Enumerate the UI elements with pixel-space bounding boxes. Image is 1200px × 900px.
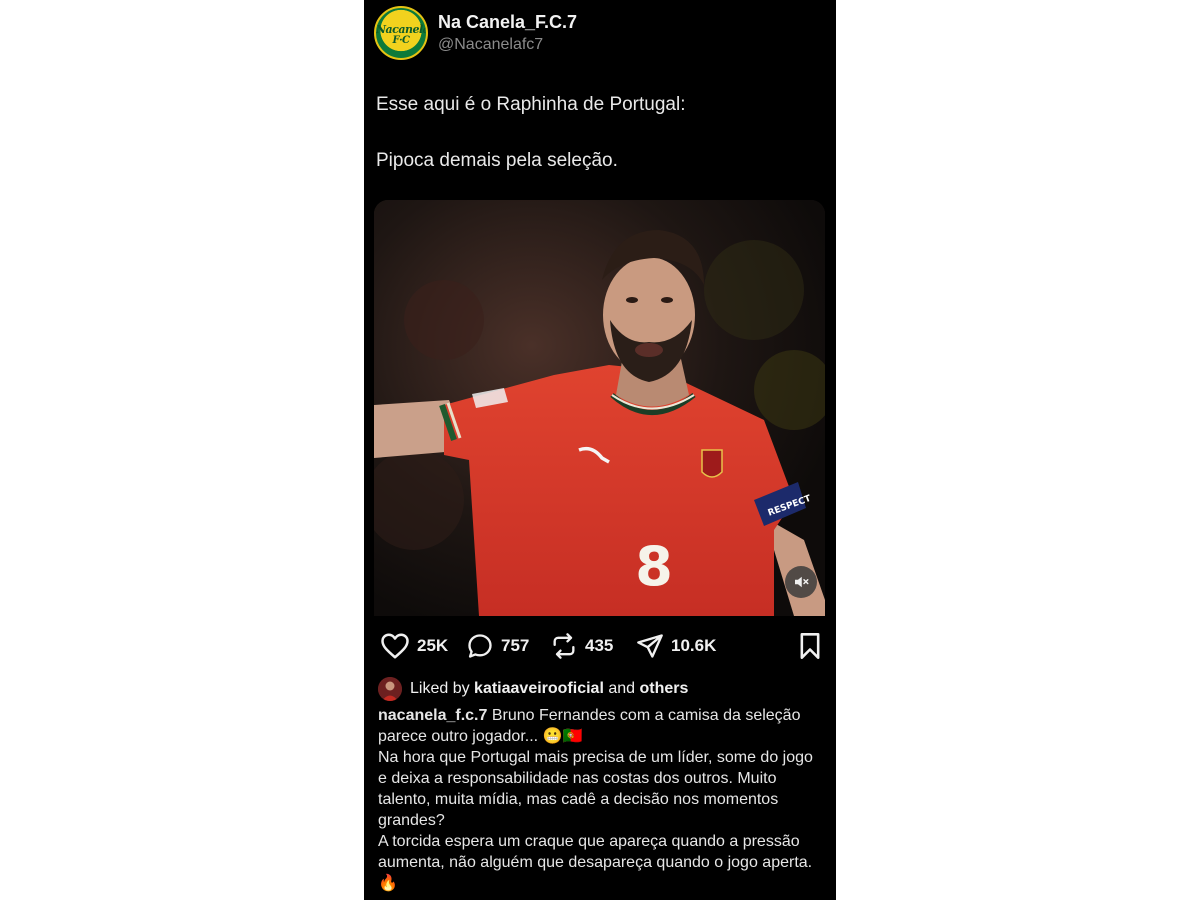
action-bar: 25K 757 435 10.6K — [376, 628, 824, 664]
comment-count: 757 — [501, 636, 530, 655]
display-name[interactable]: Na Canela_F.C.7 — [438, 12, 577, 33]
jersey-number: 8 — [635, 535, 673, 598]
speaker-muted-icon — [795, 576, 809, 588]
liked-by-avatar — [378, 677, 402, 701]
comment-icon — [468, 634, 492, 658]
avatar-logo-text-2: F·C — [392, 35, 410, 46]
caption-paragraph-2: Na hora que Portugal mais precisa de um … — [378, 749, 813, 829]
like-count: 25K — [417, 636, 449, 655]
avatar-logo-text: Nacanela — [376, 23, 428, 36]
post-card: Nacanela F·C Na Canela_F.C.7 @Nacanelafc… — [364, 0, 836, 900]
profile-avatar[interactable]: Nacanela F·C — [374, 6, 428, 60]
post-text-line-1: Esse aqui é o Raphinha de Portugal: — [376, 94, 686, 115]
send-icon — [637, 634, 663, 658]
bookmark-button[interactable] — [798, 632, 822, 665]
caption-paragraph-3: A torcida espera um craque que apareça q… — [378, 833, 813, 892]
portugal-crest — [701, 449, 723, 478]
post-text-line-2: Pipoca demais pela seleção. — [376, 150, 618, 171]
repost-button[interactable]: 435 — [550, 628, 613, 664]
share-count: 10.6K — [671, 636, 717, 655]
liked-by-prefix: Liked by — [410, 680, 470, 697]
repost-count: 435 — [585, 636, 614, 655]
liked-by-others[interactable]: others — [640, 680, 689, 698]
mute-button[interactable] — [785, 566, 817, 598]
liked-by-user[interactable]: katiaaveirooficial — [474, 680, 604, 698]
post-text: Esse aqui é o Raphinha de Portugal: Pipo… — [376, 92, 816, 174]
user-handle[interactable]: @Nacanelafc7 — [438, 36, 543, 54]
post-video[interactable]: RESPECT 8 — [374, 200, 825, 616]
comment-button[interactable]: 757 — [466, 628, 529, 664]
like-button[interactable]: 25K — [380, 628, 448, 664]
liked-by-row[interactable]: Liked by katiaaveirooficial and others — [378, 676, 688, 702]
post-header: Nacanela F·C Na Canela_F.C.7 @Nacanelafc… — [374, 4, 824, 64]
bookmark-icon — [800, 633, 820, 659]
repost-icon — [553, 633, 575, 659]
share-button[interactable]: 10.6K — [636, 628, 716, 664]
player-photo: RESPECT 8 — [374, 200, 825, 616]
post-caption: nacanela_f.c.7 Bruno Fernandes com a cam… — [378, 705, 824, 894]
liked-by-connector: and — [608, 680, 636, 697]
heart-icon — [381, 633, 409, 659]
caption-username[interactable]: nacanela_f.c.7 — [378, 707, 487, 724]
